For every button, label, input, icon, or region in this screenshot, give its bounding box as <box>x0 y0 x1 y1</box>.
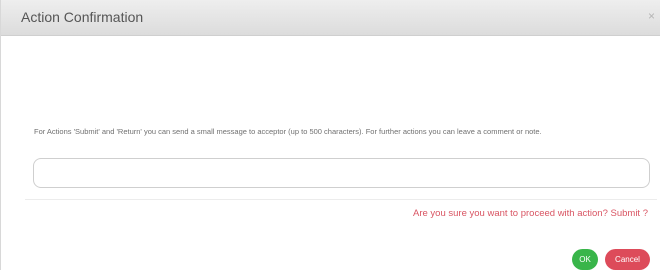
close-icon[interactable]: × <box>648 9 655 23</box>
confirmation-prompt: Are you sure you want to proceed with ac… <box>413 208 648 219</box>
action-confirmation-dialog: Action Confirmation × For Actions 'Submi… <box>0 0 660 270</box>
cancel-button[interactable]: Cancel <box>605 249 650 270</box>
ok-button[interactable]: OK <box>572 249 598 270</box>
dialog-divider <box>25 199 657 200</box>
dialog-titlebar: Action Confirmation × <box>1 0 660 36</box>
dialog-title: Action Confirmation <box>21 9 144 25</box>
comment-field[interactable] <box>33 158 650 188</box>
dialog-message: For Actions 'Submit' and 'Return' you ca… <box>34 127 542 136</box>
